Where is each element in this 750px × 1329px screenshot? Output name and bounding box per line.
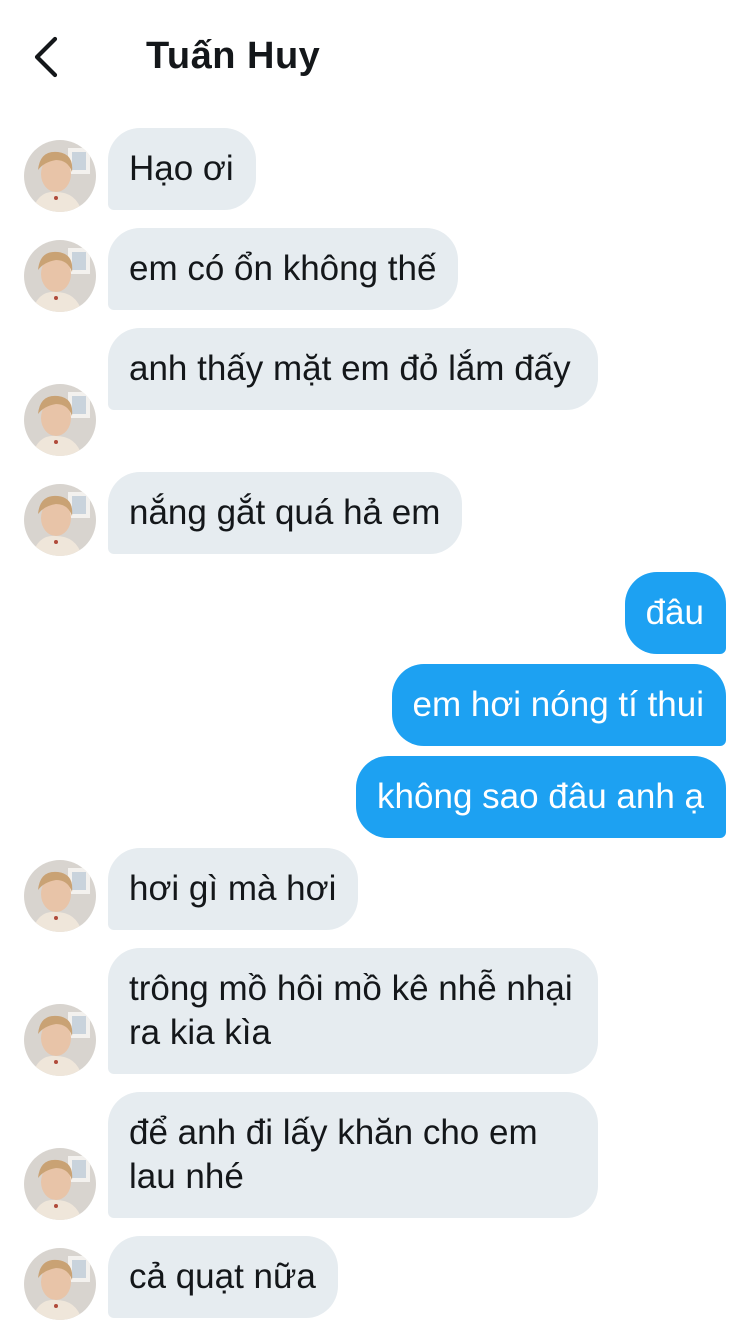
avatar[interactable] (24, 140, 96, 212)
avatar[interactable] (24, 1148, 96, 1220)
message-bubble-incoming[interactable]: em có ổn không thế (108, 228, 459, 310)
message-bubble-outgoing[interactable]: không sao đâu anh ạ (356, 756, 726, 838)
avatar[interactable] (24, 384, 96, 456)
message-bubble-incoming[interactable]: hơi gì mà hơi (108, 848, 359, 930)
message-thread: Hạo ơi em có ổn không thế anh thấy mặt e… (0, 0, 750, 1329)
message-bubble-outgoing[interactable]: đâu (624, 572, 726, 654)
avatar[interactable] (24, 484, 96, 556)
message-bubble-incoming[interactable]: Hạo ơi (108, 128, 256, 210)
message-bubble-incoming[interactable]: nắng gắt quá hả em (108, 472, 463, 554)
message-bubble-outgoing[interactable]: em hơi nóng tí thui (391, 664, 726, 746)
avatar[interactable] (24, 1248, 96, 1320)
message-bubble-incoming[interactable]: cả quạt nữa (108, 1236, 338, 1318)
message-bubble-incoming[interactable]: anh thấy mặt em đỏ lắm đấy (108, 328, 598, 410)
avatar[interactable] (24, 240, 96, 312)
message-bubble-incoming[interactable]: để anh đi lấy khăn cho em lau nhé (108, 1092, 598, 1218)
avatar[interactable] (24, 1004, 96, 1076)
message-bubble-incoming[interactable]: trông mồ hôi mồ kê nhễ nhại ra kia kìa (108, 948, 598, 1074)
avatar[interactable] (24, 860, 96, 932)
